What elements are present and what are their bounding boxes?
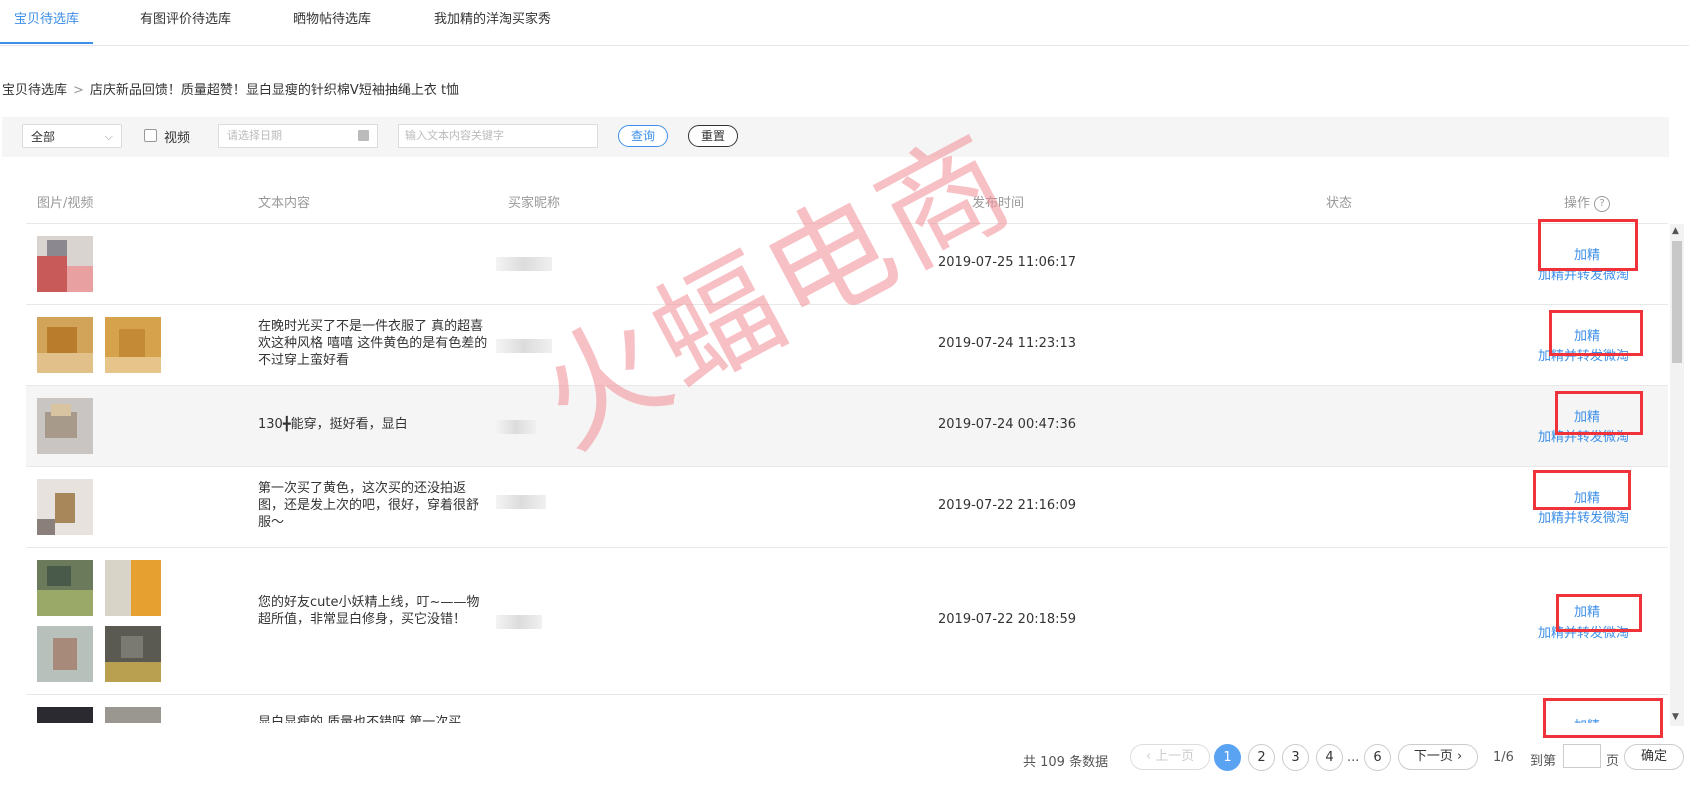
chevron-right-icon: >	[73, 83, 84, 98]
tab-item-library[interactable]: 宝贝待选库	[0, 0, 94, 44]
prev-page-label: 上一页	[1155, 749, 1195, 764]
chevron-down-icon: ⌵	[104, 130, 113, 143]
media-thumbnail[interactable]	[37, 398, 93, 454]
col-header-time: 发布时间	[972, 196, 1025, 211]
scroll-up-icon[interactable]: ▲	[1672, 226, 1679, 236]
highlight-box	[1533, 470, 1631, 510]
highlight-box	[1555, 391, 1643, 435]
col-header-action: 操作?	[1564, 192, 1611, 212]
post-time: 2019-07-22 21:16:09	[938, 498, 1077, 513]
review-text: 130╋能穿，挺好看，显白	[258, 417, 408, 432]
post-time: 2019-07-25 11:06:17	[938, 255, 1077, 270]
table-row: 第一次买了黄色，这次买的还没拍返图，还是发上次的吧，很好，穿着很舒服～ 2019…	[26, 467, 1668, 547]
media-thumbnail[interactable]	[37, 560, 93, 616]
highlight-box	[1556, 594, 1642, 632]
video-checkbox[interactable]	[144, 129, 157, 142]
table-row: 130╋能穿，挺好看，显白 2019-07-24 00:47:36 加精 加精并…	[26, 386, 1668, 466]
review-text: 第一次买了黄色，这次买的还没拍返图，还是发上次的吧，很好，穿着很舒服～	[258, 481, 480, 530]
page-4-button[interactable]: 4	[1316, 744, 1343, 771]
media-thumbnail[interactable]	[105, 707, 161, 723]
help-icon[interactable]: ?	[1594, 195, 1611, 212]
scope-select[interactable]: 全部 ⌵	[22, 124, 122, 148]
pagination-total: 共 109 条数据	[1023, 755, 1109, 770]
table-row: 您的好友cute小妖精上线，叮~——物超所值，非常显白修身，买它没错！ 2019…	[26, 548, 1668, 694]
chevron-left-icon: ‹	[1145, 749, 1156, 764]
buyer-nickname	[496, 339, 552, 353]
media-thumbnail[interactable]	[105, 560, 161, 616]
table-scrollbar[interactable]: ▲ ▼	[1670, 224, 1684, 726]
page-6-button[interactable]: 6	[1364, 744, 1391, 771]
breadcrumb: 宝贝待选库 > 店庆新品回馈！质量超赞！显白显瘦的针织棉V短袖抽绳上衣 t恤	[2, 79, 459, 98]
page-3-button[interactable]: 3	[1282, 744, 1309, 771]
review-text: 您的好友cute小妖精上线，叮~——物超所值，非常显白修身，买它没错！	[258, 595, 480, 627]
tab-my-featured[interactable]: 我加精的洋淘买家秀	[434, 0, 551, 42]
page-info: 1/6	[1493, 750, 1514, 765]
highlight-box	[1538, 219, 1638, 271]
col-header-media: 图片/视频	[37, 196, 94, 211]
date-placeholder: 请选择日期	[227, 129, 282, 142]
next-page-label: 下一页	[1413, 749, 1453, 764]
tab-bar: 宝贝待选库 有图评价待选库 晒物帖待选库 我加精的洋淘买家秀	[0, 0, 1689, 46]
tab-image-reviews[interactable]: 有图评价待选库	[140, 0, 231, 42]
col-header-status: 状态	[1326, 196, 1353, 211]
table-row: 在晚时光买了不是一件衣服了 真的超喜欢这种风格 嘻嘻 这件黄色的是有色差的 不过…	[26, 305, 1668, 385]
media-thumbnail[interactable]	[105, 317, 161, 373]
media-thumbnail[interactable]	[37, 707, 93, 723]
goto-suffix: 页	[1606, 754, 1620, 769]
media-thumbnail[interactable]	[37, 479, 93, 535]
tab-posts[interactable]: 晒物帖待选库	[293, 0, 371, 42]
filter-bar: 全部 ⌵ 视频 请选择日期 输入文本内容关键字 查询 重置	[2, 117, 1669, 157]
next-page-button[interactable]: 下一页 ›	[1398, 744, 1478, 770]
keyword-input[interactable]: 输入文本内容关键字	[398, 124, 598, 148]
table-row: 2019-07-25 11:06:17 加精 加精并转发微淘	[26, 224, 1668, 304]
highlight-box	[1549, 310, 1643, 356]
breadcrumb-current: 店庆新品回馈！质量超赞！显白显瘦的针织棉V短袖抽绳上衣 t恤	[89, 83, 460, 98]
video-checkbox-label: 视频	[164, 131, 191, 146]
page-1-button[interactable]: 1	[1214, 744, 1241, 771]
pagination-ellipsis: ...	[1347, 750, 1360, 765]
post-time: 2019-07-22 20:18:59	[938, 612, 1077, 627]
breadcrumb-root[interactable]: 宝贝待选库	[2, 83, 67, 98]
scope-select-value: 全部	[31, 130, 56, 144]
date-picker[interactable]: 请选择日期	[218, 124, 378, 148]
prev-page-button[interactable]: ‹ 上一页	[1130, 744, 1210, 770]
buyer-nickname	[496, 615, 542, 629]
goto-page-input[interactable]	[1563, 744, 1601, 768]
review-text: 在晚时光买了不是一件衣服了 真的超喜欢这种风格 嘻嘻 这件黄色的是有色差的 不过…	[258, 319, 488, 368]
buyer-nickname	[496, 420, 536, 434]
buyer-nickname	[496, 495, 546, 509]
page-2-button[interactable]: 2	[1248, 744, 1275, 771]
scroll-down-icon[interactable]: ▼	[1672, 712, 1679, 722]
buyer-nickname	[496, 257, 552, 271]
chevron-right-icon: ›	[1452, 749, 1463, 764]
media-thumbnail[interactable]	[105, 626, 161, 682]
table-row: 显白显瘦的 质量也不错呀 第一次买 加精	[26, 695, 1668, 723]
post-time: 2019-07-24 00:47:36	[938, 417, 1077, 432]
goto-prefix: 到第	[1530, 754, 1557, 769]
col-header-nickname: 买家昵称	[508, 196, 561, 211]
col-header-text: 文本内容	[258, 196, 311, 211]
query-button[interactable]: 查询	[618, 125, 668, 147]
post-time: 2019-07-24 11:23:13	[938, 336, 1077, 351]
confirm-button[interactable]: 确定	[1624, 744, 1684, 770]
highlight-box	[1543, 698, 1663, 738]
media-thumbnail[interactable]	[37, 626, 93, 682]
scrollbar-thumb[interactable]	[1672, 241, 1682, 363]
media-thumbnail[interactable]	[37, 317, 93, 373]
col-header-action-label: 操作	[1564, 196, 1591, 211]
reset-button[interactable]: 重置	[688, 125, 738, 147]
review-text: 显白显瘦的 质量也不错呀 第一次买	[258, 715, 462, 723]
media-thumbnail[interactable]	[37, 236, 93, 292]
calendar-icon	[358, 130, 369, 141]
